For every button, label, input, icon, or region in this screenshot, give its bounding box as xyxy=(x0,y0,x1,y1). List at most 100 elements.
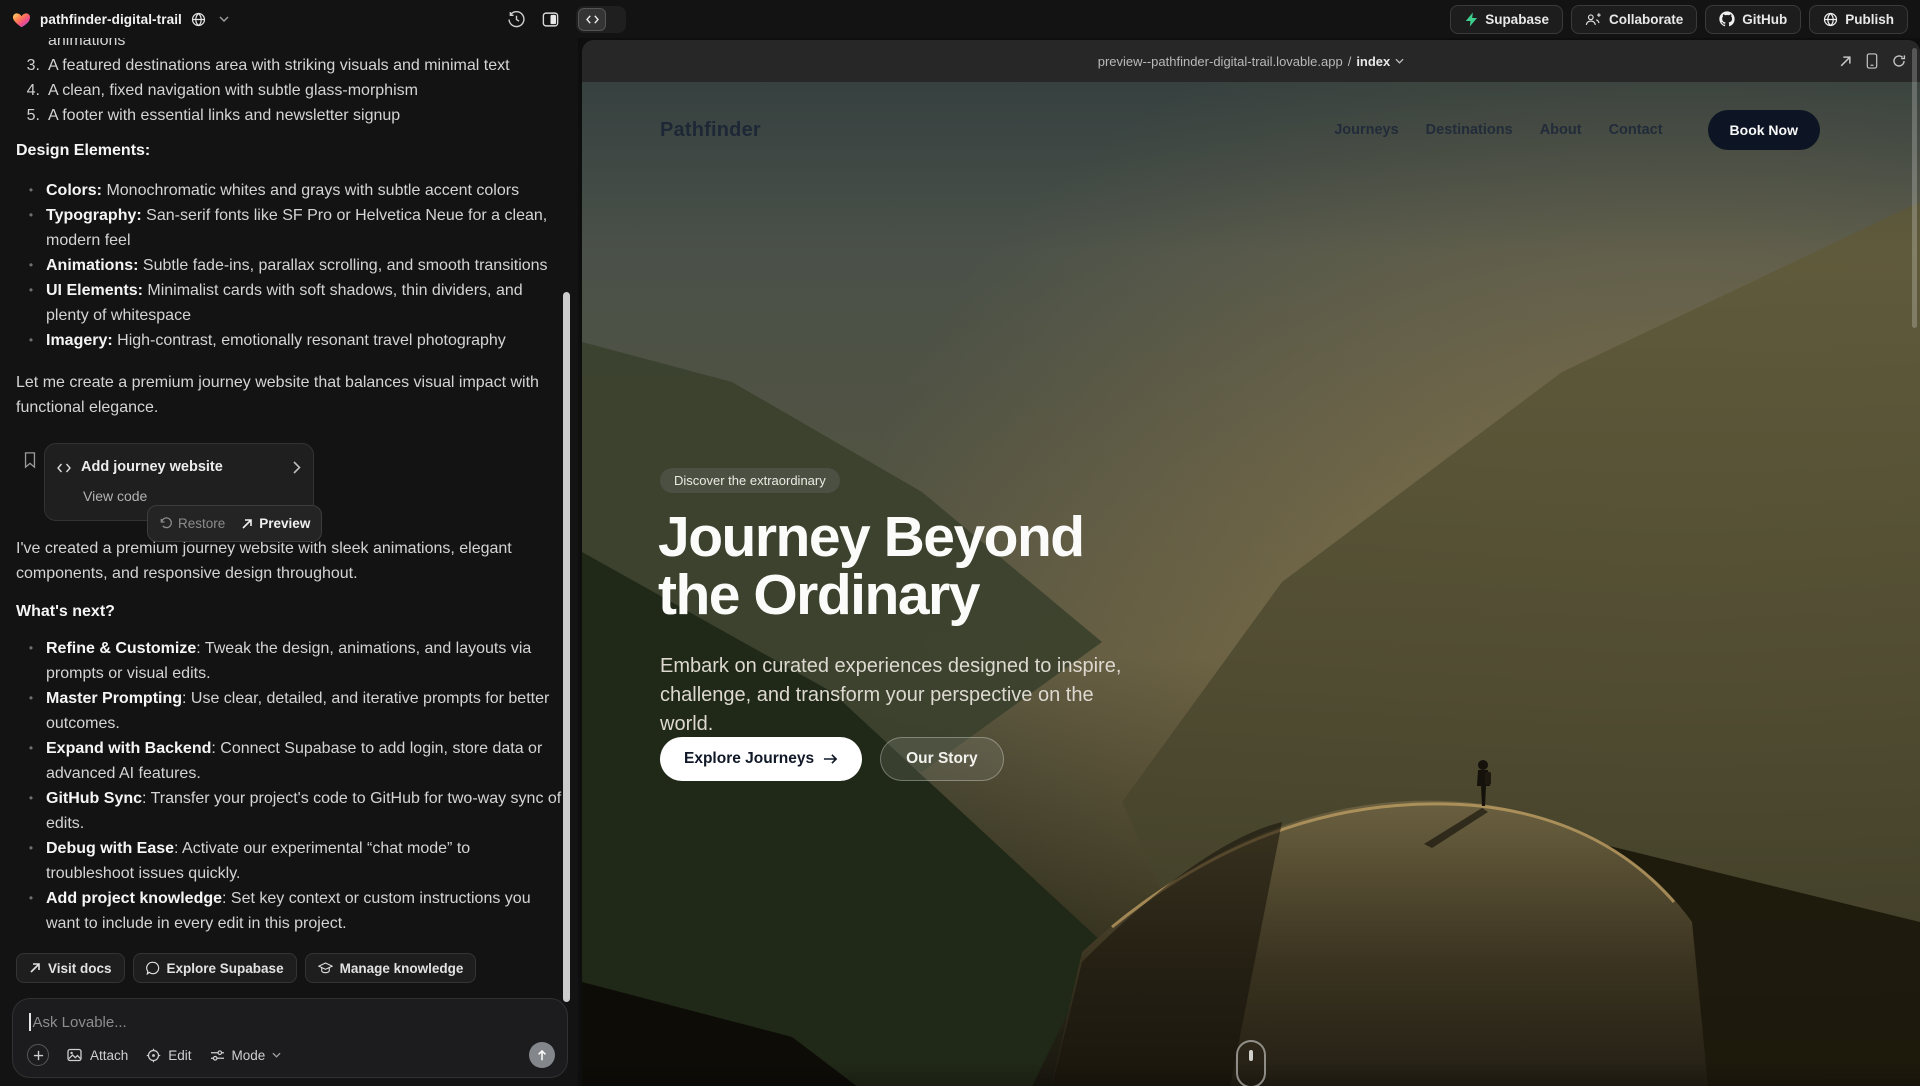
panel-layout-icon[interactable] xyxy=(542,11,559,28)
list-item: • Animations: Subtle fade-ins, parallax … xyxy=(16,253,562,278)
app-topbar: pathfinder-digital-trail xyxy=(0,0,1920,38)
code-icon xyxy=(57,462,71,474)
preview-panel: preview--pathfinder-digital-trail.lovabl… xyxy=(582,40,1920,1086)
card-title: Add journey website xyxy=(81,455,223,480)
explore-journeys-button[interactable]: Explore Journeys xyxy=(660,737,862,781)
hero-headline: Journey Beyond the Ordinary xyxy=(658,508,1084,624)
list-item: • Refine & Customize: Tweak the design, … xyxy=(16,636,562,686)
next-steps-list: • Refine & Customize: Tweak the design, … xyxy=(16,636,562,936)
lovable-heart-icon xyxy=(12,11,31,28)
collaborate-label: Collaborate xyxy=(1609,12,1683,27)
refresh-icon[interactable] xyxy=(1892,54,1906,68)
list-item: 3.A featured destinations area with stri… xyxy=(16,53,562,78)
text-caret xyxy=(29,1013,31,1031)
sliders-icon xyxy=(210,1049,225,1062)
list-item: • GitHub Sync: Transfer your project's c… xyxy=(16,786,562,836)
collaborate-button[interactable]: Collaborate xyxy=(1571,5,1697,34)
publish-button[interactable]: Publish xyxy=(1809,5,1908,34)
graduation-cap-icon xyxy=(318,961,333,975)
url-separator: / xyxy=(1348,54,1352,69)
history-icon[interactable] xyxy=(508,11,525,28)
scroll-indicator-icon xyxy=(1236,1040,1266,1086)
visit-docs-button[interactable]: Visit docs xyxy=(16,953,125,983)
chat-clipped-line: animations xyxy=(16,38,562,53)
chat-scrollbar[interactable] xyxy=(563,292,570,1002)
mode-button[interactable]: Mode xyxy=(210,1048,282,1063)
site-navbar: Pathfinder Journeys Destinations About C… xyxy=(582,82,1920,178)
project-chevron-down-icon xyxy=(219,16,229,22)
preview-url-bar[interactable]: preview--pathfinder-digital-trail.lovabl… xyxy=(1098,54,1405,69)
explore-supabase-button[interactable]: Explore Supabase xyxy=(133,953,297,983)
project-menu[interactable]: pathfinder-digital-trail xyxy=(12,11,229,28)
github-icon xyxy=(1719,11,1735,27)
restore-icon xyxy=(159,517,172,530)
site-logo[interactable]: Pathfinder xyxy=(660,119,761,142)
attach-button[interactable]: Attach xyxy=(67,1048,128,1063)
github-label: GitHub xyxy=(1742,12,1787,27)
preview-button[interactable]: Preview xyxy=(241,511,310,536)
preview-header: preview--pathfinder-digital-trail.lovabl… xyxy=(582,40,1920,82)
chevron-right-icon xyxy=(293,461,301,474)
numbered-list: 3.A featured destinations area with stri… xyxy=(16,53,562,128)
list-item: • Master Prompting: Use clear, detailed,… xyxy=(16,686,562,736)
code-brackets-icon xyxy=(586,14,599,25)
arrow-up-right-icon xyxy=(241,518,253,530)
arrow-right-icon xyxy=(823,753,838,765)
chat-panel: animations 3.A featured destinations are… xyxy=(0,38,578,1086)
supabase-bolt-icon xyxy=(1464,12,1478,27)
add-button[interactable] xyxy=(27,1044,49,1066)
list-item: • Typography: San-serif fonts like SF Pr… xyxy=(16,203,562,253)
whats-next-heading: What's next? xyxy=(16,599,562,624)
list-item: • Expand with Backend: Connect Supabase … xyxy=(16,736,562,786)
collaborate-people-icon xyxy=(1585,12,1602,27)
publish-globe-icon xyxy=(1823,12,1838,27)
open-external-icon[interactable] xyxy=(1839,55,1852,68)
nav-link-destinations[interactable]: Destinations xyxy=(1426,122,1513,138)
hero-subtitle: Embark on curated experiences designed t… xyxy=(660,652,1145,739)
bookmark-icon[interactable] xyxy=(22,451,38,469)
list-item: • Imagery: High-contrast, emotionally re… xyxy=(16,328,562,353)
preview-scrollbar[interactable] xyxy=(1912,48,1917,328)
supabase-label: Supabase xyxy=(1485,12,1549,27)
assistant-paragraph: Let me create a premium journey website … xyxy=(16,370,562,420)
list-item: 5.A footer with essential links and news… xyxy=(16,103,562,128)
edit-button[interactable]: Edit xyxy=(146,1048,191,1063)
code-preview-toggle[interactable] xyxy=(576,6,626,33)
design-bullet-list: • Colors: Monochromatic whites and grays… xyxy=(16,178,562,353)
list-item: • Debug with Ease: Activate our experime… xyxy=(16,836,562,886)
card-hover-actions: Restore Preview xyxy=(147,505,322,542)
send-button[interactable] xyxy=(529,1042,555,1068)
chat-bubble-icon xyxy=(146,961,160,975)
book-now-button[interactable]: Book Now xyxy=(1708,110,1820,150)
supabase-button[interactable]: Supabase xyxy=(1450,5,1563,34)
preview-page: index xyxy=(1356,54,1390,69)
hero-badge: Discover the extraordinary xyxy=(660,468,840,493)
nav-link-contact[interactable]: Contact xyxy=(1609,122,1663,138)
nav-link-about[interactable]: About xyxy=(1540,122,1582,138)
our-story-button[interactable]: Our Story xyxy=(880,737,1003,781)
list-item: • Add project knowledge: Set key context… xyxy=(16,886,562,936)
chevron-down-icon xyxy=(1395,58,1404,64)
assistant-paragraph: I've created a premium journey website w… xyxy=(16,536,562,586)
manage-knowledge-button[interactable]: Manage knowledge xyxy=(305,953,477,983)
project-globe-icon xyxy=(191,12,206,27)
nav-link-journeys[interactable]: Journeys xyxy=(1334,122,1398,138)
arrow-up-right-icon xyxy=(29,962,41,974)
preview-url: preview--pathfinder-digital-trail.lovabl… xyxy=(1098,54,1343,69)
target-icon xyxy=(146,1048,161,1063)
mobile-view-icon[interactable] xyxy=(1866,53,1878,69)
site-viewport: Pathfinder Journeys Destinations About C… xyxy=(582,82,1920,1086)
list-item: • Colors: Monochromatic whites and grays… xyxy=(16,178,562,203)
list-item: 4.A clean, fixed navigation with subtle … xyxy=(16,78,562,103)
list-item: • UI Elements: Minimalist cards with sof… xyxy=(16,278,562,328)
chat-composer: Ask Lovable... Attach xyxy=(12,998,568,1078)
image-icon xyxy=(67,1048,83,1062)
chat-input-placeholder: Ask Lovable... xyxy=(33,1014,127,1031)
design-elements-heading: Design Elements: xyxy=(16,138,562,163)
restore-button[interactable]: Restore xyxy=(159,511,225,536)
project-name: pathfinder-digital-trail xyxy=(40,12,182,27)
chevron-down-icon xyxy=(272,1052,281,1058)
github-button[interactable]: GitHub xyxy=(1705,5,1801,34)
publish-label: Publish xyxy=(1845,12,1894,27)
chat-input[interactable]: Ask Lovable... xyxy=(13,999,567,1031)
